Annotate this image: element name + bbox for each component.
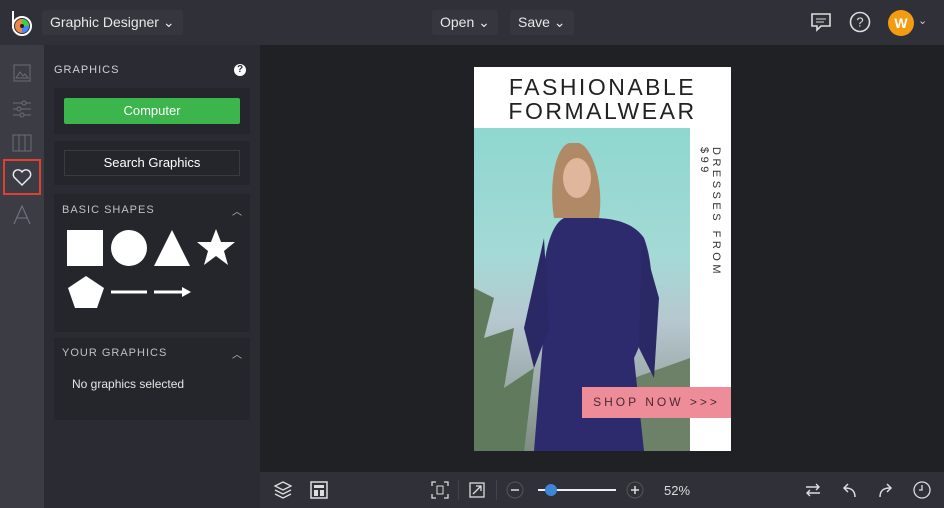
text-icon	[13, 205, 31, 225]
collapse-chevron-icon[interactable]: ︿	[232, 203, 242, 218]
redo-icon[interactable]	[876, 481, 894, 499]
swap-icon[interactable]	[804, 481, 822, 499]
square-shape[interactable]	[67, 230, 103, 266]
no-graphics-text: No graphics selected	[72, 377, 185, 391]
basic-shapes-section: BASIC SHAPES ︿	[54, 194, 250, 332]
top-bar: Graphic Designer ⌄ Open ⌄ Save ⌄ ? W ⌄	[0, 0, 944, 45]
panel-help-icon[interactable]: ?	[234, 64, 246, 76]
star-shape[interactable]	[197, 229, 235, 265]
rail-adjust[interactable]	[3, 91, 41, 127]
save-label: Save	[518, 14, 550, 30]
your-graphics-section: YOUR GRAPHICS ︿ No graphics selected	[54, 338, 250, 420]
bottom-toolbar: 52%	[260, 472, 944, 508]
zoom-level: 52%	[664, 483, 691, 498]
divider	[458, 480, 459, 500]
user-avatar[interactable]: W	[888, 10, 914, 36]
rail-layouts[interactable]	[3, 125, 41, 161]
history-icon[interactable]	[913, 481, 931, 499]
pentagon-shape[interactable]	[68, 276, 104, 308]
graphics-panel: GRAPHICS ? Computer Search Graphics BASI…	[44, 45, 260, 508]
layout-icon[interactable]	[310, 481, 328, 499]
befunky-logo[interactable]	[10, 10, 32, 36]
open-dropdown[interactable]: Open ⌄	[432, 10, 498, 35]
zoom-slider-knob[interactable]	[545, 484, 558, 496]
poster-canvas[interactable]: FASHIONABLE FORMALWEAR DRESSES FROM $99 S…	[474, 67, 731, 451]
rail-graphics[interactable]	[3, 159, 41, 195]
rail-photos[interactable]	[3, 55, 41, 91]
help-icon[interactable]: ?	[849, 11, 871, 33]
collapse-chevron-icon[interactable]: ︿	[232, 346, 242, 361]
fit-screen-icon[interactable]	[431, 481, 449, 499]
vertical-tagline[interactable]: DRESSES FROM $99	[692, 147, 722, 297]
chat-icon[interactable]	[810, 11, 832, 33]
avatar-chevron-icon[interactable]: ⌄	[918, 14, 927, 27]
app-menu-dropdown[interactable]: Graphic Designer ⌄	[42, 10, 183, 35]
computer-button[interactable]: Computer	[64, 98, 240, 124]
open-label: Open	[440, 14, 475, 30]
basic-shapes-header[interactable]: BASIC SHAPES	[62, 204, 155, 216]
poster-title[interactable]: FASHIONABLE FORMALWEAR	[474, 75, 731, 123]
title-line-1: FASHIONABLE	[508, 74, 697, 100]
columns-icon	[12, 134, 32, 152]
search-graphics-button[interactable]: Search Graphics	[64, 150, 240, 176]
circle-shape[interactable]	[111, 230, 147, 266]
sliders-icon	[13, 100, 31, 118]
svg-text:?: ?	[856, 15, 863, 30]
zoom-in-icon[interactable]	[626, 481, 644, 499]
save-dropdown[interactable]: Save ⌄	[510, 10, 574, 35]
shop-now-banner[interactable]: SHOP NOW >>>	[582, 387, 731, 418]
arrow-shape[interactable]	[154, 287, 191, 297]
actual-size-icon[interactable]	[468, 481, 486, 499]
image-icon	[13, 64, 31, 82]
search-card: Search Graphics	[54, 141, 250, 185]
layers-icon[interactable]	[274, 481, 292, 499]
shapes-grid	[67, 229, 235, 308]
canvas-area: FASHIONABLE FORMALWEAR DRESSES FROM $99 S…	[260, 45, 944, 472]
triangle-shape[interactable]	[154, 230, 190, 266]
zoom-out-icon[interactable]	[506, 481, 524, 499]
panel-title: GRAPHICS	[54, 64, 120, 76]
undo-icon[interactable]	[841, 481, 859, 499]
your-graphics-header[interactable]: YOUR GRAPHICS	[62, 347, 167, 359]
title-line-2: FORMALWEAR	[508, 98, 697, 124]
divider	[496, 480, 497, 500]
heart-icon	[12, 169, 32, 186]
rail-text[interactable]	[3, 197, 41, 233]
tool-rail	[0, 45, 44, 508]
zoom-slider[interactable]	[538, 484, 616, 496]
upload-card: Computer	[54, 88, 250, 134]
app-menu-label: Graphic Designer	[50, 14, 159, 30]
